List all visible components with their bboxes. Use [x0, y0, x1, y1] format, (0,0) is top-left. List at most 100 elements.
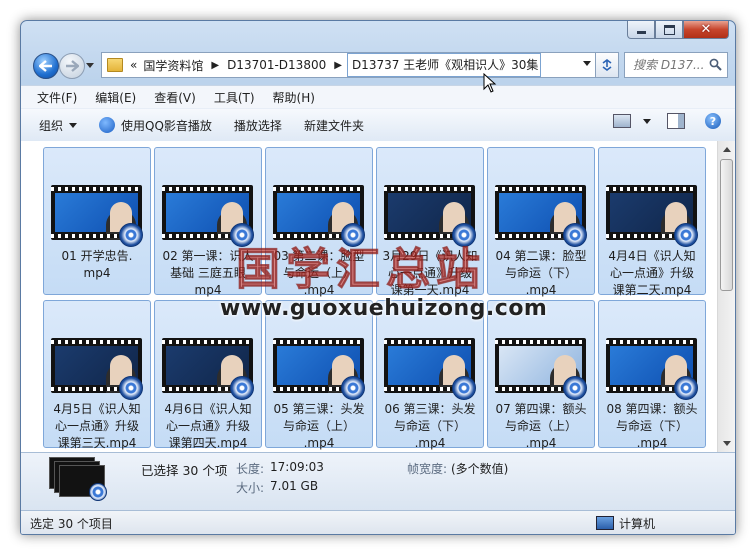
arrow-left-icon: [39, 60, 52, 72]
arrow-right-icon: [66, 60, 79, 72]
scroll-up-button[interactable]: [718, 141, 735, 158]
forward-button[interactable]: [59, 53, 85, 79]
size-label: 大小:: [236, 481, 265, 495]
mouse-cursor-icon: [483, 73, 497, 93]
help-icon[interactable]: ?: [705, 113, 721, 129]
menu-file[interactable]: 文件(F): [29, 89, 85, 106]
selection-thumbnail: [49, 457, 107, 501]
video-reel-icon: [674, 376, 698, 400]
status-bar: 选定 30 个项目 计算机: [21, 510, 735, 534]
file-item[interactable]: 03 第二课：脸型 与命运（上） .mp4: [265, 147, 373, 297]
refresh-icon: [602, 59, 612, 71]
file-item[interactable]: 06 第三课：头发 与命运（下） .mp4: [376, 300, 484, 450]
minimize-icon: [636, 30, 646, 34]
file-name: 07 第四课：额头 与命运（上） .mp4: [495, 402, 587, 450]
maximize-icon: [663, 24, 675, 35]
maximize-button[interactable]: [655, 21, 683, 39]
file-name: 4月5日《识人知 心一点通》升级 课第三天.mp4: [53, 402, 141, 450]
vertical-scrollbar[interactable]: [717, 141, 735, 452]
video-reel-icon: [563, 223, 587, 247]
view-options-icon[interactable]: [613, 114, 631, 128]
file-item[interactable]: 05 第三课：头发 与命运（上） .mp4: [265, 300, 373, 450]
status-location-label: 计算机: [618, 516, 655, 531]
chevron-right-icon[interactable]: ▶: [329, 60, 347, 71]
file-item[interactable]: 4月5日《识人知 心一点通》升级 课第三天.mp4: [43, 300, 151, 450]
file-item[interactable]: 04 第二课：脸型 与命运（下） .mp4: [487, 147, 595, 297]
file-item[interactable]: 08 第四课：额头 与命运（下） .mp4: [598, 300, 706, 450]
chevron-right-icon[interactable]: ▶: [206, 60, 224, 71]
length-label: 长度:: [236, 462, 265, 476]
file-name: 04 第二课：脸型 与命运（下） .mp4: [495, 249, 587, 297]
file-name: 3月29日《识人知 心一点通》升级 课第一天.mp4: [382, 249, 478, 297]
menu-view[interactable]: 查看(V): [146, 89, 204, 106]
file-name: 05 第三课：头发 与命运（上） .mp4: [273, 402, 365, 450]
status-location: 计算机: [595, 515, 655, 532]
scroll-down-icon: [722, 441, 731, 446]
video-reel-icon: [452, 223, 476, 247]
file-item[interactable]: 4月6日《识人知 心一点通》升级 课第四天.mp4: [154, 300, 262, 450]
organize-label: 组织: [39, 118, 64, 133]
toolbar-right: ?: [613, 113, 721, 129]
play-selection-label: 播放选择: [233, 118, 282, 133]
organize-button[interactable]: 组织: [31, 113, 85, 137]
file-name: 4月6日《识人知 心一点通》升级 课第四天.mp4: [164, 402, 252, 450]
file-name: 4月4日《识人知 心一点通》升级 课第二天.mp4: [608, 249, 696, 297]
file-item[interactable]: 01 开学忠告. mp4: [43, 147, 151, 295]
refresh-button[interactable]: [595, 52, 619, 78]
video-reel-icon: [341, 223, 365, 247]
back-button[interactable]: [33, 53, 59, 79]
video-reel-icon: [452, 376, 476, 400]
video-reel-icon: [230, 376, 254, 400]
computer-icon: [595, 516, 614, 530]
close-button[interactable]: ✕: [683, 21, 729, 39]
play-selection-button[interactable]: 播放选择: [226, 113, 290, 137]
qq-player-icon: [99, 117, 116, 133]
scroll-thumb[interactable]: [720, 159, 733, 291]
file-view: 01 开学忠告. mp4 02 第一课：识人 基础 三庭五眼 mp4 03 第二课：脸型与…: [21, 141, 735, 452]
search-input[interactable]: [631, 57, 713, 73]
address-bar[interactable]: « 国学资料馆 ▶ D13701-D13800 ▶ D13737 王老师《观相识…: [101, 52, 596, 78]
play-qq-label: 使用QQ影音播放: [121, 118, 212, 133]
file-item[interactable]: 3月29日《识人知 心一点通》升级 课第一天.mp4: [376, 147, 484, 297]
search-icon[interactable]: [709, 58, 722, 71]
menu-edit[interactable]: 编辑(E): [87, 89, 144, 106]
command-bar: 组织 使用QQ影音播放 播放选择 新建文件夹 ?: [21, 108, 735, 142]
play-qq-button[interactable]: 使用QQ影音播放: [91, 113, 220, 137]
status-selected-text: 选定 30 个项目: [30, 516, 113, 531]
scroll-up-icon: [722, 147, 731, 152]
search-box[interactable]: [624, 52, 728, 78]
menu-tools[interactable]: 工具(T): [206, 89, 263, 106]
video-reel-icon: [119, 376, 143, 400]
video-reel-icon: [119, 223, 143, 247]
history-dropdown-icon[interactable]: [86, 61, 94, 69]
explorer-window: ✕ « 国学资料馆 ▶ D13701-D13800 ▶ D13737 王老师《观…: [20, 20, 736, 535]
menu-bar: 文件(F) 编辑(E) 查看(V) 工具(T) 帮助(H): [21, 85, 735, 108]
file-item[interactable]: 07 第四课：额头 与命运（上） .mp4: [487, 300, 595, 450]
video-reel-icon: [341, 376, 365, 400]
navigation-bar: « 国学资料馆 ▶ D13701-D13800 ▶ D13737 王老师《观相识…: [29, 51, 729, 81]
file-item[interactable]: 4月4日《识人知 心一点通》升级 课第二天.mp4: [598, 147, 706, 297]
breadcrumb-overflow[interactable]: «: [127, 58, 140, 72]
menu-help[interactable]: 帮助(H): [265, 89, 323, 106]
video-reel-icon: [230, 223, 254, 247]
breadcrumb-item[interactable]: 国学资料馆: [140, 57, 206, 74]
caption-buttons: ✕: [627, 21, 729, 39]
file-name: 06 第三课：头发 与命运（下） .mp4: [384, 402, 476, 450]
address-dropdown-icon[interactable]: [583, 61, 591, 66]
file-item[interactable]: 02 第一课：识人 基础 三庭五眼 mp4: [154, 147, 262, 297]
scroll-down-button[interactable]: [718, 435, 735, 452]
minimize-button[interactable]: [627, 21, 655, 39]
video-reel-icon: [89, 483, 107, 501]
details-pane: 已选择 30 个项 长度: 17:09:03 大小: 7.01 GB 帧宽度: …: [21, 452, 735, 511]
file-name: 02 第一课：识人 基础 三庭五眼 mp4: [162, 249, 254, 297]
chevron-down-icon[interactable]: [643, 118, 651, 124]
breadcrumb-current[interactable]: D13737 王老师《观相识人》30集: [346, 53, 541, 77]
frame-width-value: (多个数值): [451, 462, 509, 476]
close-icon: ✕: [700, 22, 712, 37]
video-reel-icon: [674, 223, 698, 247]
file-name: 01 开学忠告. mp4: [61, 249, 133, 280]
file-name: 03 第二课：脸型 与命运（上） .mp4: [273, 249, 365, 297]
breadcrumb-item[interactable]: D13701-D13800: [224, 58, 329, 72]
new-folder-button[interactable]: 新建文件夹: [296, 113, 372, 137]
preview-pane-icon[interactable]: [667, 113, 685, 129]
